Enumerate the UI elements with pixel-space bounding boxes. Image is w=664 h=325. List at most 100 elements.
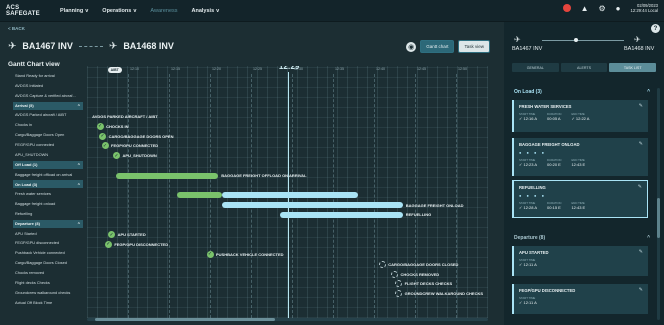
chevron-up-icon: ^ [647, 89, 650, 95]
task-row[interactable]: Pushback Vehicle connected [15, 250, 83, 255]
meta-value: ✓ 12:11 A [519, 300, 537, 305]
group-header[interactable]: Departure (8) ^ [13, 219, 83, 228]
settings-circle-icon[interactable]: ◉ [406, 41, 417, 52]
scrollbar-thumb[interactable] [95, 318, 275, 321]
pending-milestone-icon[interactable]: ✓ [391, 270, 398, 278]
task-row[interactable]: Baggage freight offload on arrival [15, 172, 83, 177]
task-card-meta: START TIME ✓ 12:28 A DURATION 00:15 E END TI… [519, 201, 642, 210]
task-bar[interactable] [115, 172, 219, 179]
time-grid-line [456, 74, 457, 318]
app-root: ACS SAFEGATE Planning v Operations v Aware… [0, 0, 664, 325]
pending-milestone-icon[interactable]: ✓ [378, 260, 386, 268]
edit-pencil-icon[interactable]: ✎ [639, 103, 643, 109]
tab-alerts[interactable]: ALERTS [560, 63, 608, 72]
task-row[interactable]: Groundcrew walkaround checks [15, 290, 83, 295]
task-row[interactable]: FEGP/GPU disconnected [15, 240, 83, 245]
aibt-marker: AIBT [107, 67, 122, 73]
side-panel: ? ✈ BA1467 INV ✈ BA1468 INV GENERAL ALER… [504, 22, 664, 325]
task-row[interactable]: Cargo/Baggage Doors Closed [15, 260, 83, 265]
flight-header: ✈ BA1467 INV ✈ BA1468 INV ◉ Gantt chart … [0, 35, 498, 57]
group-header[interactable]: Off Load (1) ^ [13, 160, 83, 169]
task-row[interactable]: APU_SHUTDOWN [15, 152, 83, 157]
progress-dots: ● ● ● ● [519, 193, 546, 198]
task-bar[interactable] [222, 192, 358, 199]
scrollbar-thumb[interactable] [657, 198, 660, 238]
nav-awareness[interactable]: Awareness [150, 8, 177, 14]
gear-icon[interactable]: ⚙ [599, 4, 606, 13]
task-card[interactable]: FEGP/GPU DISCONNECTED ✎ START TIME ✓ 12:11 … [512, 284, 648, 314]
task-card[interactable]: APU STARTED ✎ START TIME ✓ 12:11 A [512, 246, 648, 276]
chevron-up-icon: ^ [77, 181, 80, 187]
task-bar-label: BAGGAGE FREIGHT ONLOAD [405, 202, 464, 208]
task-bar-label: REFUELLING [405, 212, 432, 218]
task-row[interactable]: APU Started [15, 231, 83, 236]
nav-analysis[interactable]: Analysis v [192, 8, 220, 14]
task-bar[interactable] [279, 211, 403, 218]
chevron-down-icon: v [216, 7, 220, 14]
section-departure-header[interactable]: Departure (8) ^ [510, 232, 654, 244]
milestone-label: FLIGHT DECKS CHECKS [404, 281, 453, 287]
nav-planning[interactable]: Planning v [60, 8, 88, 14]
task-row[interactable]: AVDGS Parked aircraft / AIBT [15, 112, 83, 117]
alert-status-icon[interactable] [562, 4, 571, 12]
group-label: On Load (3) [15, 181, 38, 187]
user-icon[interactable]: ● [616, 4, 621, 13]
edit-pencil-icon[interactable]: ✎ [639, 287, 643, 293]
task-row[interactable]: AVDGS Initiated [15, 83, 83, 88]
side-scrollbar[interactable] [657, 88, 660, 320]
group-header[interactable]: Arrival (5) ^ [13, 101, 83, 110]
task-row[interactable]: Stand Ready for arrival [15, 73, 83, 78]
task-row[interactable]: Baggage freight onload [15, 201, 83, 206]
nav-operations[interactable]: Operations v [102, 8, 136, 14]
group-label: Departure (8) [15, 221, 40, 227]
task-row[interactable]: Refuelling [15, 211, 83, 216]
milestone-label: AVDGS PARKED AIRCRAFT / AIBT [92, 113, 158, 119]
gantt-chart-button[interactable]: Gantt chart [420, 40, 455, 53]
datetime: 02/09/2023 12:29:44 Local [630, 3, 658, 13]
task-row[interactable]: Chocks removed [15, 270, 83, 275]
edit-pencil-icon[interactable]: ✎ [639, 141, 643, 147]
gantt-horizontal-scrollbar[interactable] [87, 318, 488, 321]
gantt-chart[interactable]: 12:10 12:15 12:20 12:25 12:30 12:35 12:40 12:45… [87, 66, 488, 318]
chevron-up-icon: ^ [77, 103, 80, 109]
milestone-label: GROUNDCREW WALKAROUND CHECKS [404, 291, 484, 297]
tab-general[interactable]: GENERAL [512, 63, 559, 72]
edit-pencil-icon[interactable]: ✎ [639, 249, 643, 255]
check-circle-icon[interactable]: ✓ [99, 132, 107, 140]
task-row[interactable]: Fresh water services [15, 191, 83, 196]
task-card[interactable]: FRESH WATER SERVICES ✎ START TIME ✓ 12:16 A… [512, 100, 648, 132]
task-row[interactable]: FEGP/GPU connected [15, 142, 83, 147]
departure-flight-code: BA1468 INV [123, 41, 174, 51]
task-card-title: BAGGAGE FREIGHT ONLOAD [519, 142, 580, 147]
back-link[interactable]: < BACK [8, 26, 25, 31]
milestone-label: FEGP/GPU CONNECTED [111, 143, 159, 149]
task-bar[interactable] [222, 202, 403, 209]
task-bar[interactable] [177, 192, 223, 199]
time-tick-label: 12:25 [253, 67, 262, 71]
task-card-meta: START TIME ✓ 12:11 A [519, 258, 643, 267]
check-circle-icon[interactable]: ✓ [101, 142, 109, 150]
task-card[interactable]: BAGGAGE FREIGHT ONLOAD ✎ ● ● ● ● START TIME… [512, 138, 648, 176]
task-view-button[interactable]: Task view [458, 40, 490, 53]
warning-icon[interactable]: ▲ [581, 4, 589, 13]
check-circle-icon[interactable]: ✓ [206, 250, 214, 258]
tab-task-list[interactable]: TASK LIST [609, 63, 657, 72]
task-row[interactable]: AVDGS Capture & verified aircraf... [15, 93, 83, 98]
task-row[interactable]: Cargo/Baggage Doors Open [15, 132, 83, 137]
task-row[interactable]: Flight decks Checks [15, 280, 83, 285]
group-header[interactable]: On Load (3) ^ [13, 180, 83, 189]
group-label: Off Load (1) [15, 162, 38, 168]
meta-start: START TIME ✓ 12:23 A [519, 158, 537, 167]
meta-value: ✓ 12:22 A [571, 116, 590, 121]
edit-pencil-icon[interactable]: ✎ [638, 184, 642, 190]
task-card-title: FEGP/GPU DISCONNECTED [519, 288, 576, 293]
task-card[interactable]: REFUELLING ✎ ● ● ● ● START TIME ✓ 12:28 A DUR… [512, 180, 648, 218]
progress-dots: ● ● ● ● [519, 150, 546, 155]
chevron-down-icon: v [133, 7, 137, 14]
plane-landing-icon: ✈ [8, 40, 17, 52]
check-circle-icon[interactable]: ✓ [96, 122, 104, 130]
section-onload-header[interactable]: On Load (3) ^ [510, 86, 654, 98]
check-circle-icon[interactable]: ✓ [104, 240, 112, 248]
task-row[interactable]: Actual Off Block Time [15, 300, 83, 305]
task-row[interactable]: Chocks in [15, 122, 83, 127]
